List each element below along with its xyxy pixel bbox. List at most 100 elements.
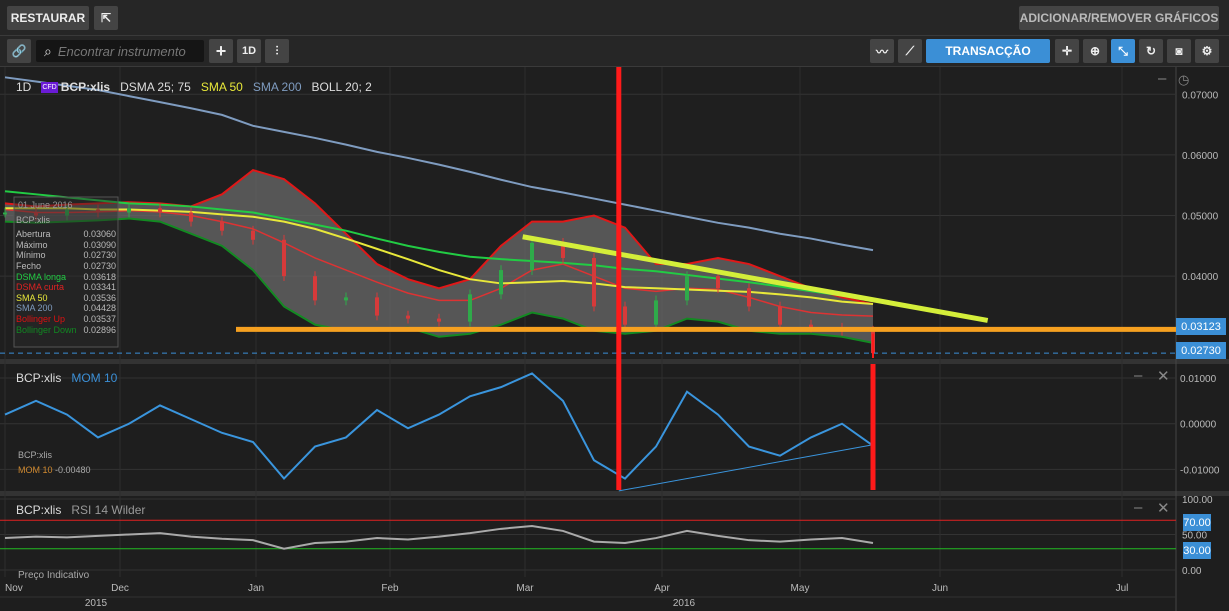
month-label: May: [791, 583, 810, 594]
price-tick: 0.06000: [1182, 151, 1219, 162]
add-icon[interactable]: +: [209, 39, 233, 63]
candle: [778, 306, 782, 325]
legend-sma50: SMA 50: [200, 80, 243, 94]
search-placeholder: Encontrar instrumento: [57, 43, 186, 59]
tooltip-row-value: 0.02896: [83, 324, 116, 335]
tooltip-row-label: Máximo: [16, 239, 48, 250]
candle: [375, 297, 379, 316]
mom-tick: 0.01000: [1180, 374, 1217, 385]
tooltip-row: DSMA curta 0.03341: [16, 282, 116, 293]
search-input[interactable]: ⌕ Encontrar instrumento: [36, 40, 204, 62]
pane-divider: [0, 359, 1229, 364]
tooltip-row: SMA 50 0.03536: [16, 293, 116, 304]
search-icon: ⌕: [44, 42, 52, 59]
legend-dsma: DSMA 25; 75: [120, 80, 191, 94]
clock-icon[interactable]: ◷: [1178, 72, 1189, 88]
tooltip-row-label: SMA 50: [16, 292, 48, 303]
candle: [437, 318, 441, 322]
candle: [406, 315, 410, 319]
mom-tick: -0.01000: [1180, 465, 1220, 476]
time-axis: [0, 577, 1229, 611]
tooltip-row-label: Mínimo: [16, 250, 46, 261]
month-label: Jun: [932, 583, 948, 594]
candle: [623, 306, 627, 325]
tooltip-row-value: 0.03341: [83, 282, 116, 293]
candle: [158, 208, 162, 213]
popout-icon[interactable]: ⇱: [94, 6, 118, 30]
tooltip-row-label: Abertura: [16, 229, 51, 240]
tooltip-row: Mínimo 0.02730: [16, 250, 116, 261]
tooltip-row-label: Bollinger Up: [16, 313, 66, 324]
refresh-icon[interactable]: ↻: [1139, 39, 1163, 63]
camera-icon[interactable]: ◙: [1167, 39, 1191, 63]
mom-line: [4, 372, 874, 481]
legend-period: 1D: [16, 80, 32, 94]
mom-title: MOM 10: [71, 371, 118, 385]
tooltip-row-label: DSMA longa: [16, 271, 67, 282]
toolbar: 🔗 ⌕ Encontrar instrumento + 1D ⫶ 〰 ⟋ TRAN…: [0, 36, 1229, 67]
tooltip-row-label: SMA 200: [16, 303, 53, 314]
year-label: 2015: [85, 598, 108, 609]
tooltip-row-value: 0.04428: [83, 303, 116, 314]
cfd-badge: CFD: [41, 81, 58, 93]
candle: [127, 208, 131, 213]
tooltip-row-label: Bollinger Down: [16, 324, 77, 335]
compress-icon[interactable]: ⤡: [1111, 39, 1135, 63]
chart-area[interactable]: 0.07000 0.06000 0.05000 0.04000 0.01000 0.000…: [0, 67, 1229, 611]
candle: [313, 276, 317, 301]
main-legend: 1D CFD BCP:xlis DSMA 25; 75 SMA 50 SMA 20…: [16, 80, 372, 94]
gear-icon[interactable]: ⚙: [1195, 39, 1219, 63]
candlestick-icon[interactable]: ⫶: [265, 39, 289, 63]
month-label: Mar: [516, 583, 534, 594]
add-remove-charts-button[interactable]: ADICIONAR/REMOVER GRÁFICOS: [1019, 6, 1219, 30]
rsi-title: RSI 14 Wilder: [71, 503, 146, 517]
tooltip-row-label: Fecho: [16, 260, 42, 271]
price-tick: 0.07000: [1182, 90, 1219, 101]
tooltip-row: DSMA longa 0.03618: [16, 272, 116, 283]
candle: [220, 221, 224, 231]
trade-button[interactable]: TRANSACÇÃO: [926, 39, 1050, 63]
price-note: Preço Indicativo: [18, 570, 90, 581]
pane-divider: [0, 491, 1229, 496]
minimize-mom-icon[interactable]: –: [1134, 367, 1142, 384]
month-label: Apr: [654, 583, 670, 594]
crosshair-icon[interactable]: ✛: [1055, 39, 1079, 63]
mom-tick: 0.00000: [1180, 420, 1217, 431]
tooltip-row: Fecho 0.02730: [16, 261, 116, 272]
month-label: Nov: [5, 583, 23, 594]
mom-trendline: [618, 444, 874, 492]
tooltip-row-label: DSMA curta: [16, 282, 65, 293]
tooltip-date: 01 June 2016: [18, 200, 73, 210]
period-button[interactable]: 1D: [237, 39, 261, 63]
mom-info: MOM 10 -0.00480: [18, 465, 91, 475]
close-rsi-icon[interactable]: ✕: [1157, 499, 1170, 517]
month-label: Dec: [111, 583, 129, 594]
rsi-symbol: BCP:xlis: [16, 503, 62, 517]
price-tick: 0.04000: [1182, 272, 1219, 283]
mom-info-symbol: BCP:xlis: [18, 450, 53, 460]
rsi-70-tag: 70.00: [1183, 514, 1211, 531]
top-bar: RESTAURAR ⇱ ADICIONAR/REMOVER GRÁFICOS: [0, 0, 1229, 36]
link-icon[interactable]: 🔗: [7, 39, 31, 63]
candle: [468, 294, 472, 322]
legend-boll: BOLL 20; 2: [311, 80, 372, 94]
close-mom-icon[interactable]: ✕: [1157, 367, 1170, 385]
draw-line-icon[interactable]: ⟋: [898, 39, 922, 63]
tooltip-row: SMA 200 0.04428: [16, 303, 116, 314]
candle: [747, 288, 751, 307]
tooltip-row: Máximo 0.03090: [16, 240, 116, 251]
indicators-icon[interactable]: 〰: [870, 39, 894, 63]
month-label: Feb: [381, 583, 399, 594]
tooltip-row-value: 0.03090: [83, 239, 116, 250]
candle: [3, 212, 7, 215]
restore-button[interactable]: RESTAURAR: [7, 6, 89, 30]
last-price-tag: 0.02730: [1176, 342, 1226, 359]
data-tooltip: 01 June 2016 BCP:xlis Abertura 0.03060 Máx…: [16, 200, 116, 335]
candle: [251, 230, 255, 240]
minimize-rsi-icon[interactable]: –: [1134, 499, 1142, 516]
zoom-in-icon[interactable]: ⊕: [1083, 39, 1107, 63]
price-tick: 0.05000: [1182, 212, 1219, 223]
minimize-main-icon[interactable]: –: [1158, 70, 1166, 87]
rsi-tick: 100.00: [1182, 495, 1213, 506]
rsi-line: [4, 524, 874, 550]
